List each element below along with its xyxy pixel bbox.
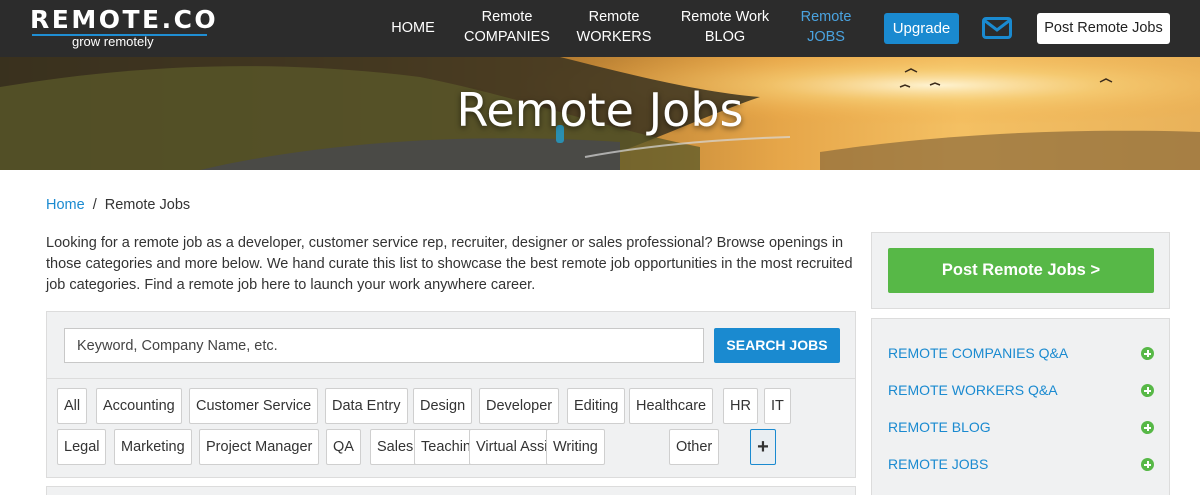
category-tag-customer-service[interactable]: Customer Service (189, 388, 319, 424)
category-tag-sales[interactable]: Sales (370, 429, 421, 465)
post-remote-jobs-cta-button[interactable]: Post Remote Jobs > (888, 248, 1154, 293)
post-remote-jobs-button[interactable]: Post Remote Jobs (1037, 13, 1170, 44)
envelope-icon[interactable] (982, 17, 1012, 39)
nav-workers-line2: WORKERS (576, 29, 652, 45)
category-tag-other[interactable]: Other (669, 429, 720, 465)
more-categories-button[interactable]: + (750, 429, 776, 465)
search-input[interactable] (64, 328, 704, 363)
job-listings-panel (46, 486, 856, 495)
nav-remote-jobs[interactable]: Remote JOBS (792, 7, 860, 47)
site-logo[interactable]: REMOTE.CO grow remotely (30, 5, 216, 51)
upgrade-button[interactable]: Upgrade (884, 13, 959, 44)
sidebar-post-box: Post Remote Jobs > (871, 232, 1170, 309)
category-tag-legal[interactable]: Legal (57, 429, 107, 465)
category-tag-qa[interactable]: QA (326, 429, 361, 465)
nav-home-label: HOME (391, 20, 435, 36)
site-header: REMOTE.CO grow remotely HOME Remote COMP… (0, 0, 1200, 57)
sidebar-link-blog[interactable]: REMOTE BLOG (888, 419, 991, 435)
sidebar-link-companies-qa[interactable]: REMOTE COMPANIES Q&A (888, 345, 1068, 361)
logo-wordmark: REMOTE.CO (30, 5, 219, 34)
category-tag-editing[interactable]: Editing (567, 388, 626, 424)
nav-workers-line1: Remote (588, 9, 640, 25)
page-title: Remote Jobs (456, 83, 744, 137)
nav-remote-companies[interactable]: Remote COMPANIES (460, 7, 554, 47)
category-tag-data-entry[interactable]: Data Entry (325, 388, 408, 424)
nav-companies-line2: COMPANIES (464, 29, 550, 45)
category-tag-accounting[interactable]: Accounting (96, 388, 182, 424)
sidebar-links-box: REMOTE COMPANIES Q&A REMOTE WORKERS Q&A … (871, 318, 1170, 495)
nav-remote-workers[interactable]: Remote WORKERS (574, 7, 654, 47)
category-tag-design[interactable]: Design (413, 388, 473, 424)
category-tag-project-manager[interactable]: Project Manager (199, 429, 320, 465)
plus-circle-icon[interactable] (1141, 458, 1154, 471)
hero-banner: Remote Jobs (0, 57, 1200, 170)
job-search-panel: SEARCH JOBS All AccountingCustomer Servic… (46, 311, 856, 478)
category-tag-developer[interactable]: Developer (479, 388, 560, 424)
category-tag-it[interactable]: IT (764, 388, 791, 424)
category-tag-all[interactable]: All (57, 388, 88, 424)
nav-home[interactable]: HOME (384, 18, 442, 38)
plus-circle-icon[interactable] (1141, 347, 1154, 360)
logo-tagline: grow remotely (72, 34, 154, 49)
nav-jobs-line2: JOBS (807, 29, 845, 45)
search-divider (47, 378, 855, 379)
sidebar-link-workers-qa[interactable]: REMOTE WORKERS Q&A (888, 382, 1058, 398)
sidebar-link-jobs[interactable]: REMOTE JOBS (888, 456, 988, 472)
breadcrumb-home-link[interactable]: Home (46, 197, 85, 213)
breadcrumb-current: Remote Jobs (104, 197, 191, 213)
category-tag-hr[interactable]: HR (723, 388, 758, 424)
category-tag-healthcare[interactable]: Healthcare (629, 388, 714, 424)
intro-paragraph: Looking for a remote job as a developer,… (46, 235, 853, 293)
nav-jobs-line1: Remote (800, 9, 852, 25)
plus-circle-icon[interactable] (1141, 384, 1154, 397)
breadcrumb-separator: / (92, 197, 97, 213)
nav-remote-work-blog[interactable]: Remote Work BLOG (672, 7, 778, 47)
breadcrumb: Home / Remote Jobs (46, 197, 190, 213)
plus-circle-icon[interactable] (1141, 421, 1154, 434)
category-tag-writing[interactable]: Writing (546, 429, 605, 465)
category-tag-marketing[interactable]: Marketing (114, 429, 192, 465)
nav-blog-line2: BLOG (704, 29, 746, 45)
search-jobs-button[interactable]: SEARCH JOBS (714, 328, 840, 363)
nav-companies-line1: Remote (481, 9, 533, 25)
nav-blog-line1: Remote Work (680, 9, 770, 25)
